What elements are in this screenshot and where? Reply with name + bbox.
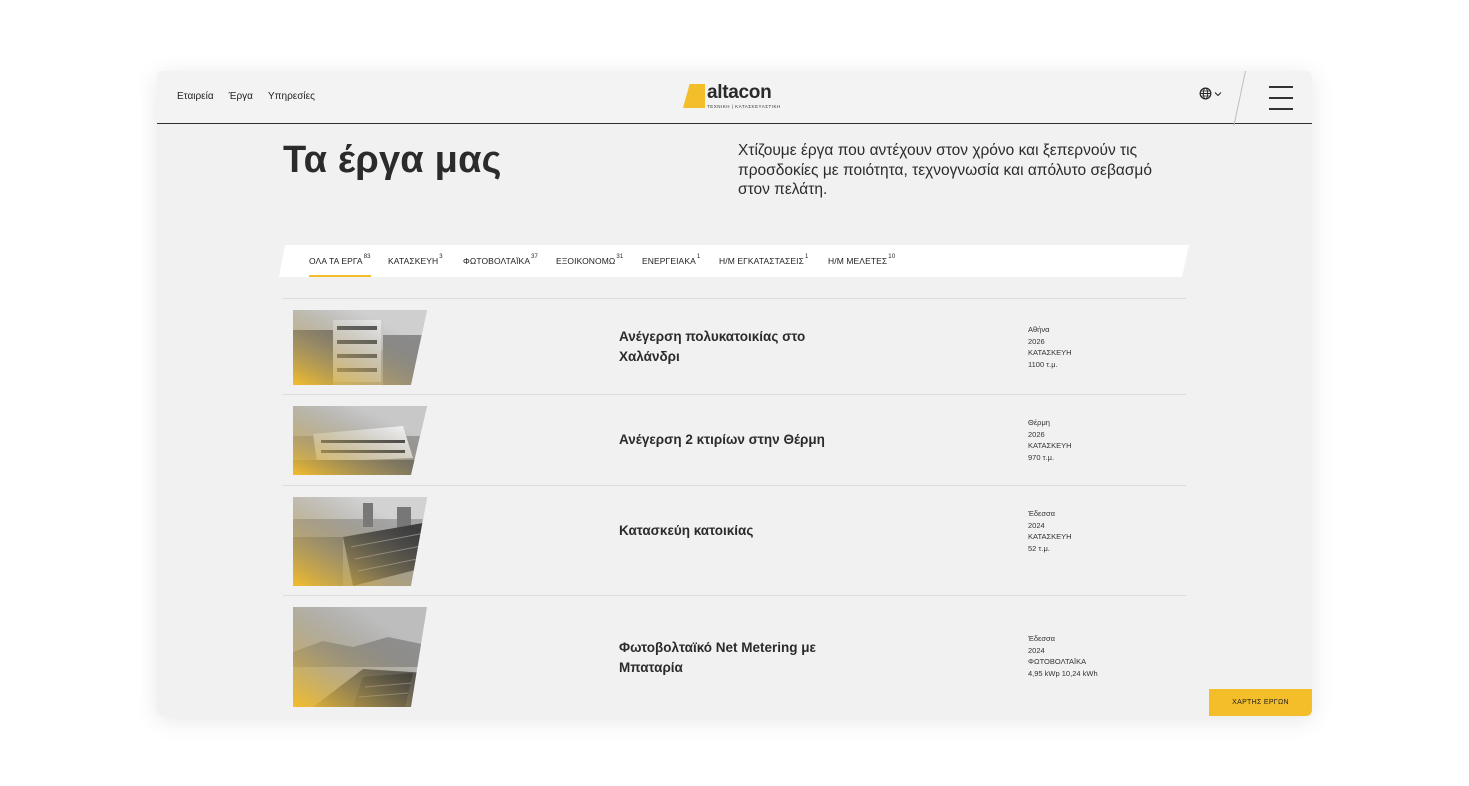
tab-exoikonomo[interactable]: ΕΞΟΙΚΟΝΟΜΩ31 [556,256,623,266]
projects-map-button[interactable]: ΧΑΡΤΗΣ ΕΡΓΩΝ [1209,689,1312,716]
tab-count: 1 [804,254,809,260]
tab-energy[interactable]: ΕΝΕΡΓΕΙΑΚΑ1 [642,256,700,266]
tab-count: 31 [616,254,624,260]
tab-count: 3 [439,254,443,260]
logo-wordmark: altacon [707,82,772,103]
nav-link-projects[interactable]: Έργα [229,91,253,102]
project-size: 970 τ.μ. [1028,452,1055,462]
project-title: Φωτοβολταϊκό Net Metering με Μπαταρία [619,640,816,675]
language-selector[interactable] [1199,87,1222,100]
logo-mark-icon [683,84,705,108]
project-year: 2024 [1028,645,1045,655]
header-divider [1233,71,1246,126]
project-size: 4,95 kWp 10,24 kWh [1028,668,1098,678]
tab-label: ΚΑΤΑΣΚΕΥΗ [388,256,439,266]
project-location: Αθήνα [1028,325,1050,334]
hamburger-icon[interactable] [1269,85,1293,111]
project-category: ΚΑΤΑΣΚΕΥΗ [1028,441,1072,451]
category-tabs: ΟΛΑ ΤΑ ΕΡΓΑ83 ΚΑΤΑΣΚΕΥΗ3 ΦΩΤΟΒΟΛΤΑΪΚΑ37 … [279,245,1189,277]
altacon-logo[interactable]: altacon ΤΕΧΝΙΚΗ | ΚΑΤΑΣΚΕΥΑΣΤΙΚΗ [683,82,781,109]
tab-label: Η/Μ ΕΓΚΑΤΑΣΤΑΣΕΙΣ [719,256,804,266]
project-row[interactable]: Ανέγερση πολυκατοικίας στο Χαλάνδρι Αθήν… [283,298,1186,394]
project-location: Θέρμη [1028,418,1050,427]
site-header: Εταιρεία Έργα Υπηρεσίες altacon ΤΕΧΝΙΚΗ … [157,71,1312,126]
project-thumbnail [293,607,427,707]
project-thumbnail [293,497,427,586]
page-title: Τα έργα μας [283,139,502,181]
project-title: Ανέγερση 2 κτιρίων στην Θέρμη [619,432,825,447]
project-meta: Έδεσσα 2024 ΚΑΤΑΣΚΕΥΗ 52 τ.μ. [1028,508,1072,554]
nav-link-services[interactable]: Υπηρεσίες [268,91,315,102]
project-meta: Θέρμη 2026 ΚΑΤΑΣΚΕΥΗ 970 τ.μ. [1028,417,1072,463]
logo-text: altacon ΤΕΧΝΙΚΗ | ΚΑΤΑΣΚΕΥΑΣΤΙΚΗ [707,82,781,109]
project-year: 2026 [1028,336,1045,346]
tab-count: 10 [888,254,896,260]
project-size: 52 τ.μ. [1028,543,1050,553]
project-category: ΦΩΤΟΒΟΛΤΑΪΚΑ [1028,657,1087,667]
tab-construction[interactable]: ΚΑΤΑΣΚΕΥΗ3 [388,256,443,266]
tab-count: 37 [531,254,538,260]
tab-count: 83 [363,254,371,260]
project-thumbnail [293,310,427,385]
logo-subtitle: ΤΕΧΝΙΚΗ | ΚΑΤΑΣΚΕΥΑΣΤΙΚΗ [707,104,781,109]
project-row[interactable]: Ανέγερση 2 κτιρίων στην Θέρμη Θέρμη 2026… [283,394,1186,485]
project-year: 2024 [1028,520,1045,530]
project-meta: Έδεσσα 2024 ΦΩΤΟΒΟΛΤΑΪΚΑ 4,95 kWp 10,24 … [1028,633,1098,679]
tab-count: 1 [696,254,701,260]
tab-photovoltaics[interactable]: ΦΩΤΟΒΟΛΤΑΪΚΑ37 [463,256,538,266]
globe-icon [1199,87,1212,100]
tab-all-projects[interactable]: ΟΛΑ ΤΑ ΕΡΓΑ83 [309,256,371,266]
project-location: Έδεσσα [1028,634,1055,643]
project-category: ΚΑΤΑΣΚΕΥΗ [1028,532,1072,542]
project-row[interactable]: Φωτοβολταϊκό Net Metering με Μπαταρία Έδ… [283,595,1186,716]
tab-label: Η/Μ ΜΕΛΕΤΕΣ [828,256,888,266]
tab-label: ΕΞΟΙΚΟΝΟΜΩ [556,256,616,266]
tab-em-installations[interactable]: Η/Μ ΕΓΚΑΤΑΣΤΑΣΕΙΣ1 [719,256,808,266]
project-category: ΚΑΤΑΣΚΕΥΗ [1028,348,1072,358]
nav-link-company[interactable]: Εταιρεία [177,91,214,102]
project-thumbnail [293,406,427,475]
project-year: 2026 [1028,429,1045,439]
tab-em-studies[interactable]: Η/Μ ΜΕΛΕΤΕΣ10 [828,256,895,266]
tab-label: ΦΩΤΟΒΟΛΤΑΪΚΑ [463,256,531,266]
browser-viewport: Εταιρεία Έργα Υπηρεσίες altacon ΤΕΧΝΙΚΗ … [157,71,1312,716]
project-size: 1100 τ.μ. [1028,359,1058,369]
main-nav: Εταιρεία Έργα Υπηρεσίες [177,91,315,102]
project-meta: Αθήνα 2026 ΚΑΤΑΣΚΕΥΗ 1100 τ.μ. [1028,324,1072,370]
chevron-down-icon [1214,91,1222,96]
project-title: Ανέγερση πολυκατοικίας στο Χαλάνδρι [619,329,806,364]
tab-label: ΟΛΑ ΤΑ ΕΡΓΑ [309,256,363,266]
tab-label: ΕΝΕΡΓΕΙΑΚΑ [642,256,696,266]
project-row[interactable]: Κατασκεύη κατοικίας Έδεσσα 2024 ΚΑΤΑΣΚΕΥ… [283,485,1186,595]
project-location: Έδεσσα [1028,509,1055,518]
page-intro: Χτίζουμε έργα που αντέχουν στον χρόνο κα… [738,142,1152,198]
project-title: Κατασκεύη κατοικίας [619,523,754,538]
